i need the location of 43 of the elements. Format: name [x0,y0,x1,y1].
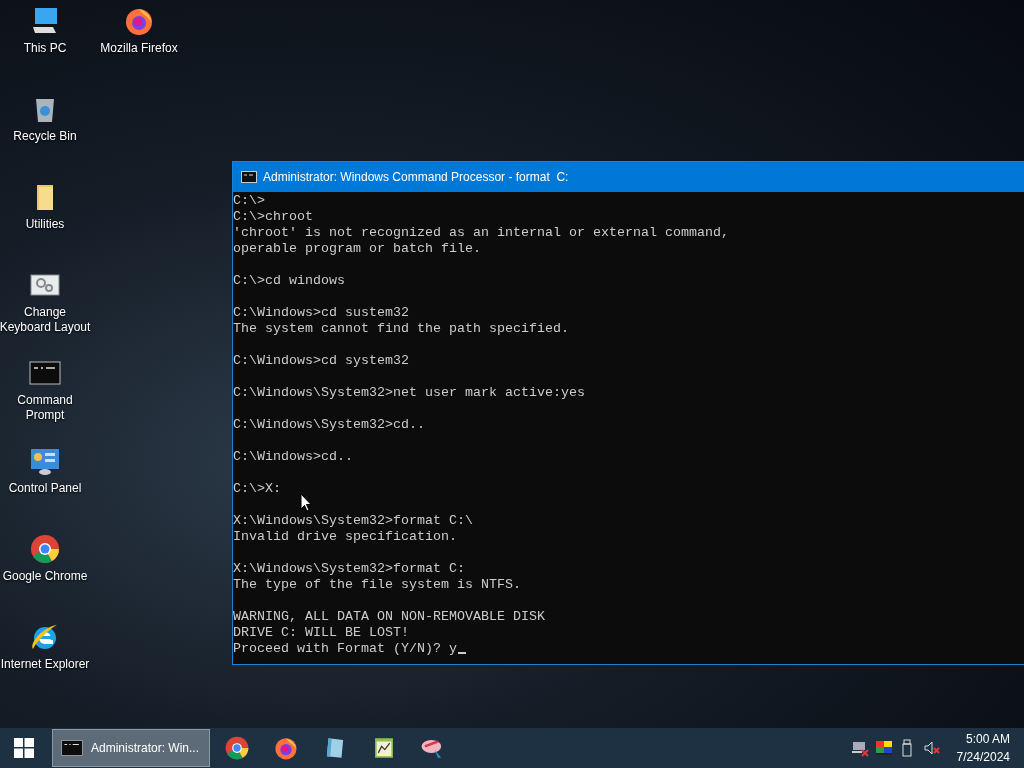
console-line: Invalid drive specification. [233,529,457,545]
window-title: Administrator: Windows Command Processor - format C: [263,170,569,184]
console-line: 'chroot' is not recognized as an internal or external command, [233,225,729,241]
clock-date[interactable]: 7/24/2024 [956,748,1010,766]
console-line: C:\>chroot [233,209,313,225]
network-disconnected-icon[interactable] [850,739,869,757]
console-line: DRIVE C: WILL BE LOST! [233,625,409,641]
console-line: The system cannot find the path specified. [233,321,569,337]
desktop-icon-label[interactable]: This PC [23,41,67,56]
desktop-icon-label[interactable]: Internet Explorer [0,657,90,672]
volume-muted-icon[interactable] [922,739,941,757]
desktop-icon-label[interactable]: Change Keyboard Layout [0,305,91,335]
text-cursor [458,652,466,654]
desktop-icon-label[interactable]: Control Panel [8,481,82,496]
console-line: X:\Windows\System32>format C: [233,561,465,577]
desktop-icon-label[interactable]: Recycle Bin [13,129,77,144]
chrome-icon [29,533,61,565]
console-line: C:\Windows>cd sustem32 [233,305,409,321]
color-display-icon[interactable] [874,739,893,757]
desktop-icon-label[interactable]: Mozilla Firefox [100,41,178,56]
console-icon [241,171,257,183]
console-line: C:\Windows>cd.. [233,449,353,465]
console-line: operable program or batch file. [233,241,481,257]
desktop-icon-label[interactable]: Utilities [25,217,65,232]
console-line: Proceed with Format (Y/N)? y [233,641,457,657]
console-line: C:\> [233,193,265,209]
chrome-icon [223,735,250,761]
console-line: C:\Windows>cd system32 [233,353,409,369]
clock-time[interactable]: 5:00 AM [965,730,1010,748]
console-line: C:\Windows\System32>cd.. [233,417,425,433]
console-line: X:\Windows\System32>format C:\ [233,513,473,529]
command-prompt-icon [61,737,83,759]
console-line: The type of the file system is NTFS. [233,577,521,593]
console-line: C:\Windows\System32>net user mark active:yes [233,385,585,401]
console-line: WARNING, ALL DATA ON NON-REMOVABLE DISK [233,609,545,625]
desktop-icon-label[interactable]: Command Prompt [17,393,73,423]
mouse-pointer-icon [300,493,312,512]
windows-logo-icon [14,738,34,758]
console-line: C:\>cd windows [233,273,345,289]
taskbar-task-button[interactable]: Administrator: Win... [52,729,210,767]
console-line: C:\>X: [233,481,281,497]
desktop-icon-label[interactable]: Google Chrome [2,569,88,584]
firefox-icon [272,735,299,761]
